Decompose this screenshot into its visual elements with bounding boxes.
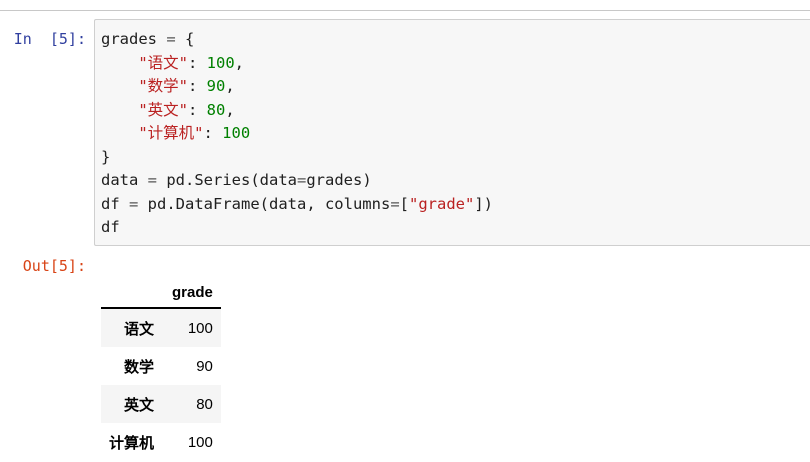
grade-cell: 100: [187, 319, 213, 337]
code-line: "数学": 90,: [138, 77, 235, 95]
code-line: df = pd.DataFrame(data, columns=["grade"…: [101, 194, 493, 213]
code-line: df: [101, 218, 120, 236]
column-header-grade: grade: [172, 284, 213, 301]
code-line: "语文": 100,: [138, 53, 245, 72]
dataframe-table: grade 语文 100 数学 90 英文 80 计算机 100: [101, 278, 221, 461]
code-line: grades = {: [101, 30, 195, 48]
input-prompt: In [5]:: [13, 30, 86, 48]
table-header-row: grade: [101, 278, 221, 308]
table-row: 计算机 100: [101, 423, 221, 461]
row-index: 英文: [124, 396, 155, 414]
code-cell-input[interactable]: grades = { "语文": 100, "数学": 90, "英文": 80…: [94, 19, 810, 246]
grade-cell: 90: [196, 357, 213, 375]
row-index: 数学: [124, 358, 155, 376]
grade-cell: 80: [196, 395, 213, 413]
code-editor[interactable]: grades = { "语文": 100, "数学": 90, "英文": 80…: [101, 28, 493, 240]
row-index: 计算机: [109, 434, 155, 452]
code-line: "英文": 80,: [138, 100, 235, 119]
grade-cell: 100: [187, 433, 213, 451]
table-row: 英文 80: [101, 385, 221, 423]
row-index: 语文: [124, 320, 155, 338]
output-prompt: Out[5]:: [22, 257, 86, 275]
index-header: [101, 278, 164, 308]
table-row: 语文 100: [101, 308, 221, 347]
top-divider: [0, 10, 810, 11]
code-line: }: [101, 147, 111, 166]
code-line: "计算机": 100: [138, 124, 251, 142]
code-line: data = pd.Series(data=grades): [101, 171, 372, 189]
table-row: 数学 90: [101, 347, 221, 385]
